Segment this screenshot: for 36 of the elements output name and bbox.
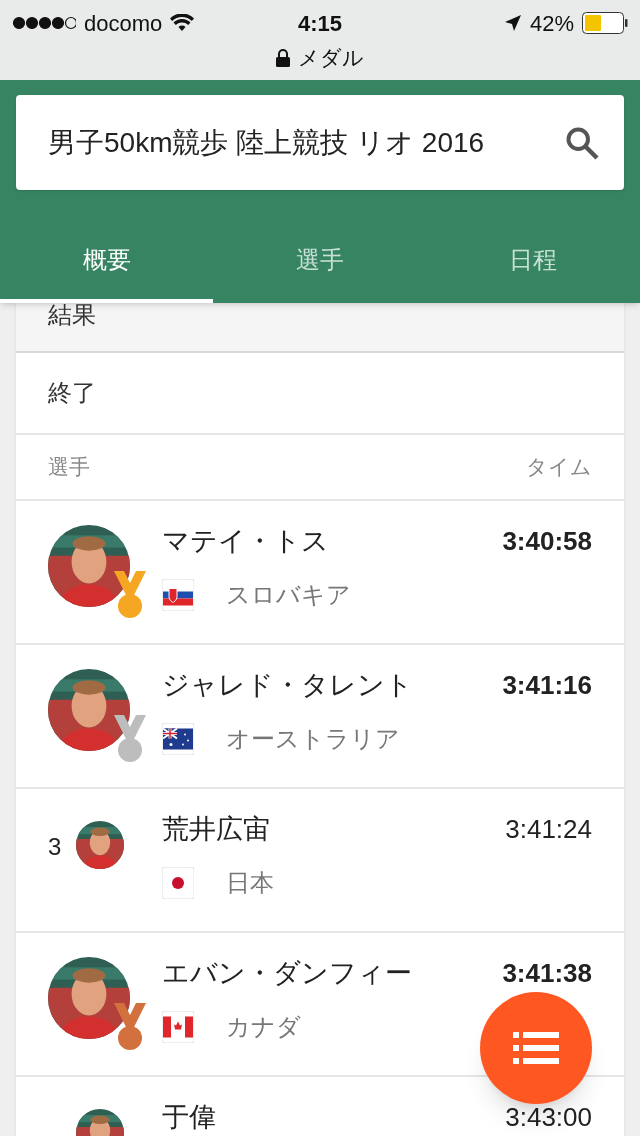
flag-icon: [162, 722, 194, 755]
column-header: タイム: [526, 454, 592, 481]
page-title: メダル: [298, 45, 364, 72]
athlete-name: エバン・ダンフィー: [162, 957, 413, 990]
country-name: スロバキア: [226, 579, 351, 610]
section-title: 結果: [48, 303, 96, 327]
country-name: カナダ: [226, 1011, 301, 1042]
location-arrow-icon: [503, 14, 522, 32]
flag-icon: [162, 578, 194, 611]
finish-time: 3:41:24: [505, 813, 592, 846]
finish-time: 3:40:58: [502, 525, 592, 558]
finish-time: 3:43:00: [505, 1101, 592, 1134]
clock: 4:15: [296, 9, 343, 38]
search-field[interactable]: 男子50km競歩 陸上競技 リオ 2016: [16, 95, 624, 190]
list-icon: [513, 1032, 559, 1064]
event-status: 終了: [48, 378, 96, 408]
tab[interactable]: 日程: [426, 228, 640, 303]
flag-icon: [162, 1010, 194, 1043]
battery-icon: [582, 12, 628, 34]
tab[interactable]: 選手: [213, 228, 427, 303]
athlete-name: 于偉: [162, 1101, 217, 1134]
finish-time: 3:41:38: [502, 957, 592, 990]
country-name: オーストラリア: [226, 723, 400, 754]
carrier-name: docomo: [84, 9, 163, 38]
battery-percentage: 42%: [529, 9, 574, 38]
column-header: 選手: [48, 454, 90, 481]
lock-icon: [276, 49, 290, 67]
athlete-name: マテイ・トス: [162, 525, 330, 558]
signal-icon: [12, 16, 76, 30]
flag-icon: [162, 866, 194, 899]
rank-number: 3: [48, 832, 63, 862]
country-name: 日本: [226, 867, 274, 898]
athlete-name: ジャレド・タレント: [162, 669, 414, 702]
wifi-icon: [170, 14, 195, 32]
athlete-name: 荒井広宙: [162, 813, 271, 846]
finish-time: 3:41:16: [502, 669, 592, 702]
